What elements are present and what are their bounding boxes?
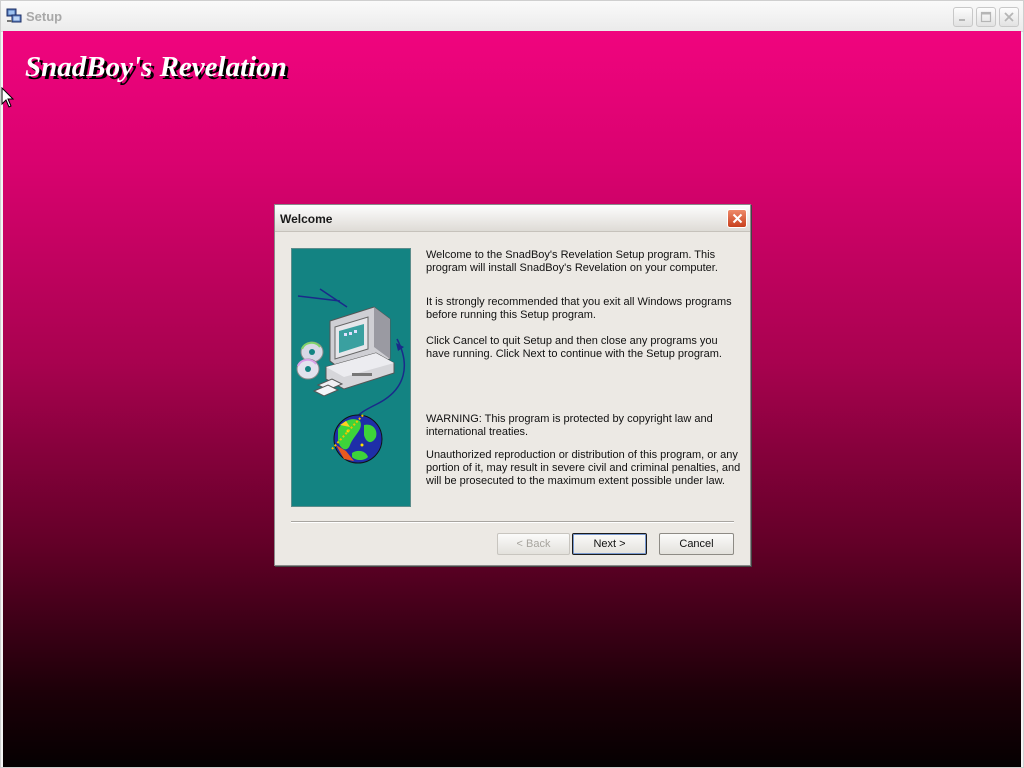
close-icon (732, 213, 743, 224)
product-title: SnadBoy's Revelation (25, 51, 287, 83)
welcome-paragraph: Welcome to the SnadBoy's Revelation Setu… (426, 249, 718, 274)
mouse-cursor-icon (1, 87, 15, 108)
close-button[interactable] (999, 7, 1019, 27)
floppy-disk-icon (312, 378, 344, 397)
window-title: Setup (26, 9, 63, 24)
computer-monitor-icon (325, 306, 395, 390)
copyright-warning-paragraph: WARNING: This program is protected by co… (426, 413, 713, 438)
setup-illustration (291, 248, 411, 507)
maximize-icon (980, 11, 992, 23)
welcome-dialog: Welcome Welcome to the SnadBoy's Revelat… (274, 204, 751, 566)
dialog-close-button[interactable] (727, 209, 747, 228)
back-button[interactable]: < Back (497, 533, 570, 555)
dialog-separator (291, 521, 734, 523)
cancel-button[interactable]: Cancel (659, 533, 734, 555)
instructions-paragraph: Click Cancel to quit Setup and then clos… (426, 335, 722, 360)
title-bar[interactable]: Setup (1, 1, 1023, 32)
minimize-button[interactable] (953, 7, 973, 27)
setup-window: Setup SnadBoy's Revelation Welcome Welco… (0, 0, 1024, 768)
recommendation-paragraph: It is strongly recommended that you exit… (426, 296, 732, 321)
minimize-icon (959, 19, 965, 21)
globe-icon (331, 413, 383, 464)
setup-computer-icon (6, 8, 22, 23)
network-cable-line (297, 288, 348, 308)
maximize-button[interactable] (976, 7, 996, 27)
cd-disc-icon (296, 341, 324, 380)
next-button[interactable]: Next > (572, 533, 647, 555)
dialog-title-bar[interactable]: Welcome (275, 205, 750, 232)
penalties-paragraph: Unauthorized reproduction or distributio… (426, 449, 741, 487)
close-icon (1004, 12, 1014, 22)
dialog-title: Welcome (280, 212, 333, 226)
